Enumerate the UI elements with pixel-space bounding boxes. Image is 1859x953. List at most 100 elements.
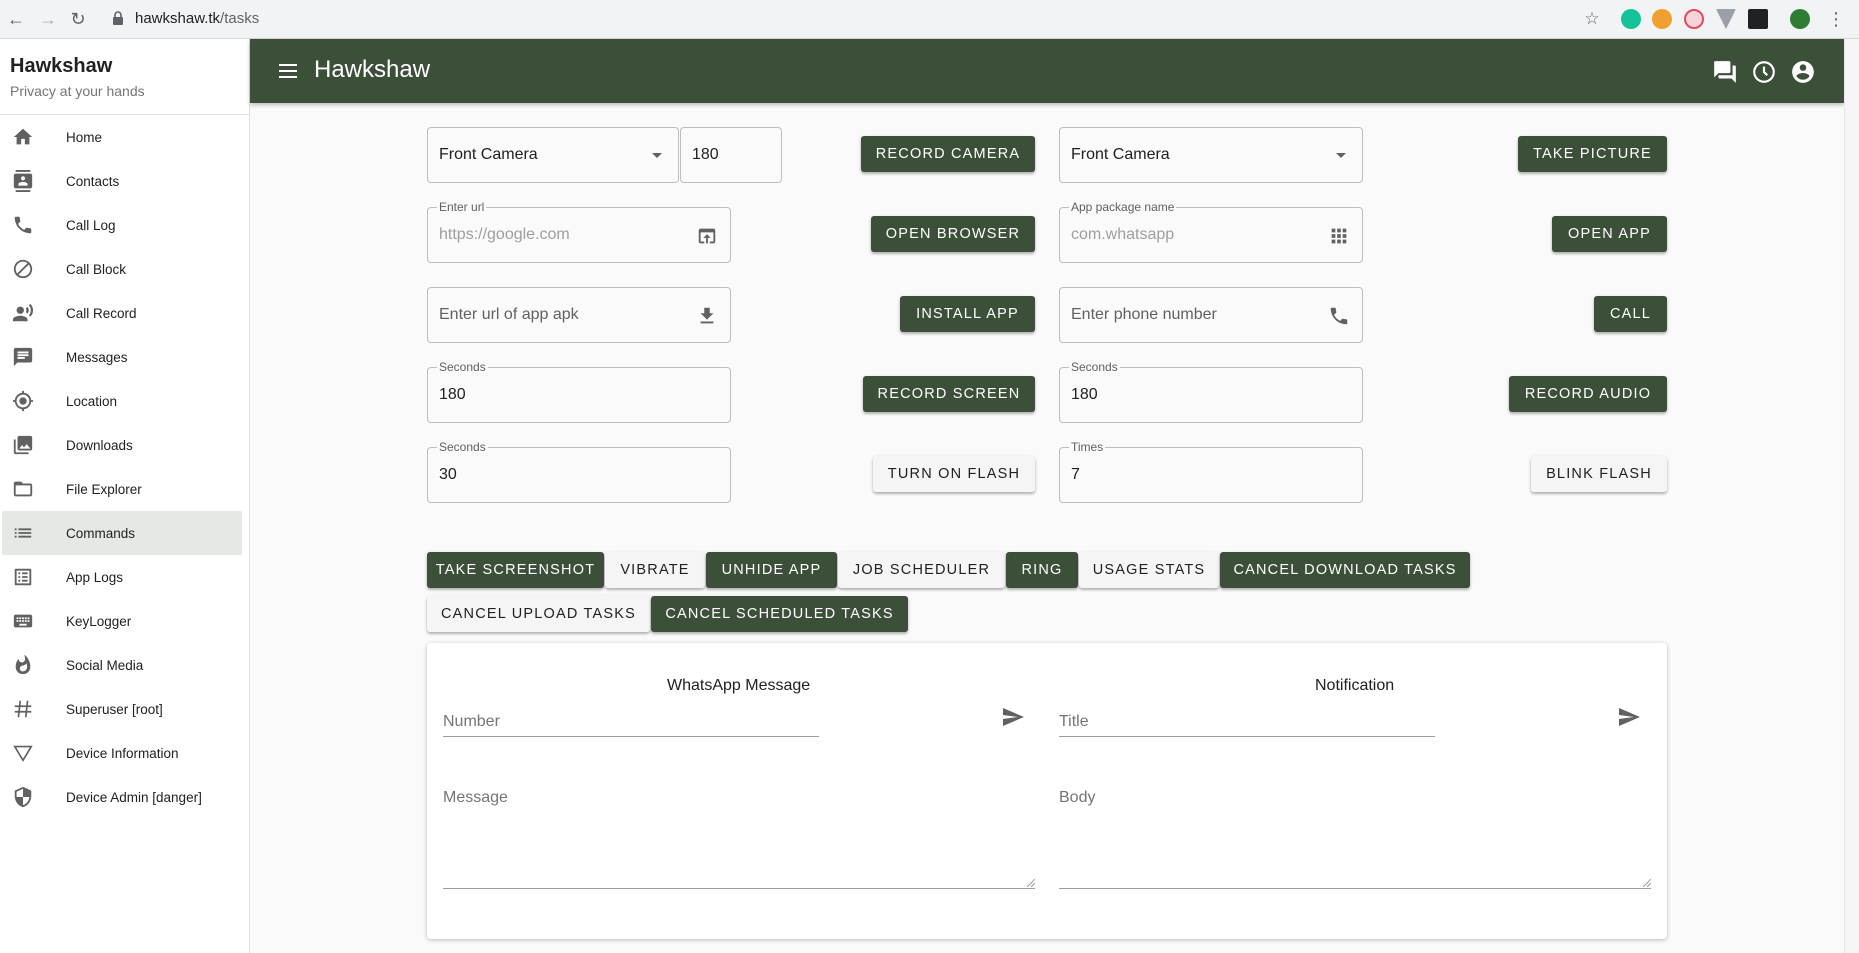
unhide-app-button[interactable]: UNHIDE APP xyxy=(706,552,837,588)
screen-seconds-input[interactable]: Seconds 180 xyxy=(427,360,731,423)
profile-avatar[interactable] xyxy=(1790,9,1810,29)
sidebar-item-home[interactable]: Home xyxy=(2,115,242,159)
sidebar-subtitle: Privacy at your hands xyxy=(10,83,145,99)
sidebar-item-messages[interactable]: Messages xyxy=(2,335,242,379)
message-card: WhatsApp Message Number Message Notifica… xyxy=(427,643,1667,939)
app-bar: Hawkshaw xyxy=(250,39,1844,103)
app-package-input[interactable]: App package name com.whatsapp xyxy=(1059,200,1363,263)
cancel-upload-tasks-button[interactable]: CANCEL UPLOAD TASKS xyxy=(427,596,650,632)
sidebar-item-call-block[interactable]: Call Block xyxy=(2,247,242,291)
chat-icon[interactable] xyxy=(1712,59,1738,85)
record-audio-button[interactable]: RECORD AUDIO xyxy=(1509,376,1667,412)
sidebar-item-downloads[interactable]: Downloads xyxy=(2,423,242,467)
app-title: Hawkshaw xyxy=(314,56,431,83)
send-whatsapp-icon[interactable] xyxy=(999,705,1027,729)
sidebar-item-location[interactable]: Location xyxy=(2,379,242,423)
sidebar-item-device-admin-danger[interactable]: Device Admin [danger] xyxy=(2,775,242,819)
address-bar[interactable]: hawkshaw.tk/tasks xyxy=(135,10,259,27)
open-app-button[interactable]: OPEN APP xyxy=(1552,216,1667,252)
sidebar-title: Hawkshaw xyxy=(10,55,113,77)
sidebar-item-call-record[interactable]: Call Record xyxy=(2,291,242,335)
whatsapp-number-input[interactable]: Number xyxy=(443,709,819,737)
open-in-browser-icon xyxy=(698,228,716,244)
job-scheduler-button[interactable]: JOB SCHEDULER xyxy=(838,552,1005,588)
bookmark-star-icon[interactable]: ☆ xyxy=(1582,9,1602,29)
record-extension-icon[interactable] xyxy=(1684,9,1704,29)
open-browser-button[interactable]: OPEN BROWSER xyxy=(871,216,1035,252)
hash-icon xyxy=(14,700,32,718)
record-camera-button[interactable]: RECORD CAMERA xyxy=(861,136,1035,172)
sidebar-item-keylogger[interactable]: KeyLogger xyxy=(2,599,242,643)
sidebar-item-superuser-root[interactable]: Superuser [root] xyxy=(2,687,242,731)
resize-handle-icon[interactable] xyxy=(1027,879,1035,887)
cancel-download-tasks-button[interactable]: CANCEL DOWNLOAD TASKS xyxy=(1220,552,1470,588)
sidebar-item-commands[interactable]: Commands xyxy=(2,511,242,555)
sidebar-item-label: File Explorer xyxy=(66,481,142,497)
resize-handle-icon[interactable] xyxy=(1643,879,1651,887)
ring-button[interactable]: RING xyxy=(1006,552,1078,588)
keyboard-icon xyxy=(13,614,33,628)
sidebar-item-social-media[interactable]: Social Media xyxy=(2,643,242,687)
usage-stats-button[interactable]: USAGE STATS xyxy=(1079,552,1219,588)
record-screen-button[interactable]: RECORD SCREEN xyxy=(863,376,1035,412)
sidebar-item-label: Social Media xyxy=(66,657,144,673)
sidebar-header: Hawkshaw Privacy at your hands xyxy=(0,39,249,115)
take-screenshot-button[interactable]: TAKE SCREENSHOT xyxy=(427,552,604,588)
scrollbar[interactable] xyxy=(1844,39,1859,953)
blink-flash-button[interactable]: BLINK FLASH xyxy=(1531,456,1667,492)
blink-times-input[interactable]: Times 7 xyxy=(1059,440,1363,503)
install-app-button[interactable]: INSTALL APP xyxy=(900,296,1035,332)
vue-extension-icon[interactable] xyxy=(1716,9,1736,29)
back-icon[interactable]: ← xyxy=(6,9,26,29)
vibrate-button[interactable]: VIBRATE xyxy=(605,552,705,588)
take-picture-button[interactable]: TAKE PICTURE xyxy=(1518,136,1667,172)
apps-grid-icon xyxy=(1331,228,1347,244)
notification-title-input[interactable]: Title xyxy=(1059,709,1435,737)
sidebar-item-label: Call Record xyxy=(66,305,137,321)
account-icon[interactable] xyxy=(1790,59,1816,85)
home-icon xyxy=(13,128,33,145)
grammarly-extension-icon[interactable] xyxy=(1621,9,1641,29)
sidebar-item-label: Call Block xyxy=(66,261,127,277)
sidebar-item-label: KeyLogger xyxy=(66,613,132,629)
audio-seconds-input[interactable]: Seconds 180 xyxy=(1059,360,1363,423)
whatsapp-message-input[interactable]: Message xyxy=(443,789,1035,889)
sidebar-item-label: Location xyxy=(66,393,118,409)
phone-icon xyxy=(14,216,32,234)
apk-url-input[interactable]: Enter url of app apk xyxy=(427,287,731,343)
sidebar: Hawkshaw Privacy at your hands Home Conta… xyxy=(0,39,250,953)
turn-on-flash-button[interactable]: TURN ON FLASH xyxy=(873,456,1035,492)
send-notification-icon[interactable] xyxy=(1615,705,1643,729)
sidebar-item-contacts[interactable]: Contacts xyxy=(2,159,242,203)
picture-camera-select[interactable]: Front Camera xyxy=(1059,127,1363,183)
camera-seconds-input[interactable]: 180 xyxy=(680,127,782,183)
font-extension-icon[interactable] xyxy=(1748,9,1768,29)
url-input[interactable]: Enter url https://google.com xyxy=(427,200,731,263)
sidebar-item-app-logs[interactable]: App Logs xyxy=(2,555,242,599)
flash-seconds-input[interactable]: Seconds 30 xyxy=(427,440,731,503)
cancel-scheduled-tasks-button[interactable]: CANCEL SCHEDULED TASKS xyxy=(651,596,908,632)
chevron-down-icon xyxy=(1336,153,1346,158)
sidebar-item-label: Device Information xyxy=(66,745,179,761)
menu-icon[interactable] xyxy=(279,62,299,80)
sidebar-item-label: Superuser [root] xyxy=(66,701,163,717)
sidebar-item-call-log[interactable]: Call Log xyxy=(2,203,242,247)
camera-select[interactable]: Front Camera xyxy=(427,127,679,183)
location-icon xyxy=(12,390,34,412)
forward-icon[interactable]: → xyxy=(38,9,58,29)
sidebar-item-file-explorer[interactable]: File Explorer xyxy=(2,467,242,511)
phone-number-input[interactable]: Enter phone number xyxy=(1059,287,1363,343)
notification-body-input[interactable]: Body xyxy=(1059,789,1651,889)
history-clock-icon[interactable] xyxy=(1751,59,1777,85)
call-button[interactable]: CALL xyxy=(1594,296,1667,332)
whatsapp-title: WhatsApp Message xyxy=(667,677,811,694)
reload-icon[interactable]: ↻ xyxy=(68,9,88,29)
sidebar-item-device-information[interactable]: Device Information xyxy=(2,731,242,775)
sidebar-item-label: Device Admin [danger] xyxy=(66,789,202,805)
browser-menu-icon[interactable]: ⋮ xyxy=(1826,9,1846,29)
block-icon xyxy=(13,259,33,279)
cookie-extension-icon[interactable] xyxy=(1652,9,1672,29)
list-alt-icon xyxy=(14,568,32,586)
whatshot-icon xyxy=(15,654,31,675)
sidebar-item-label: Messages xyxy=(66,349,128,365)
